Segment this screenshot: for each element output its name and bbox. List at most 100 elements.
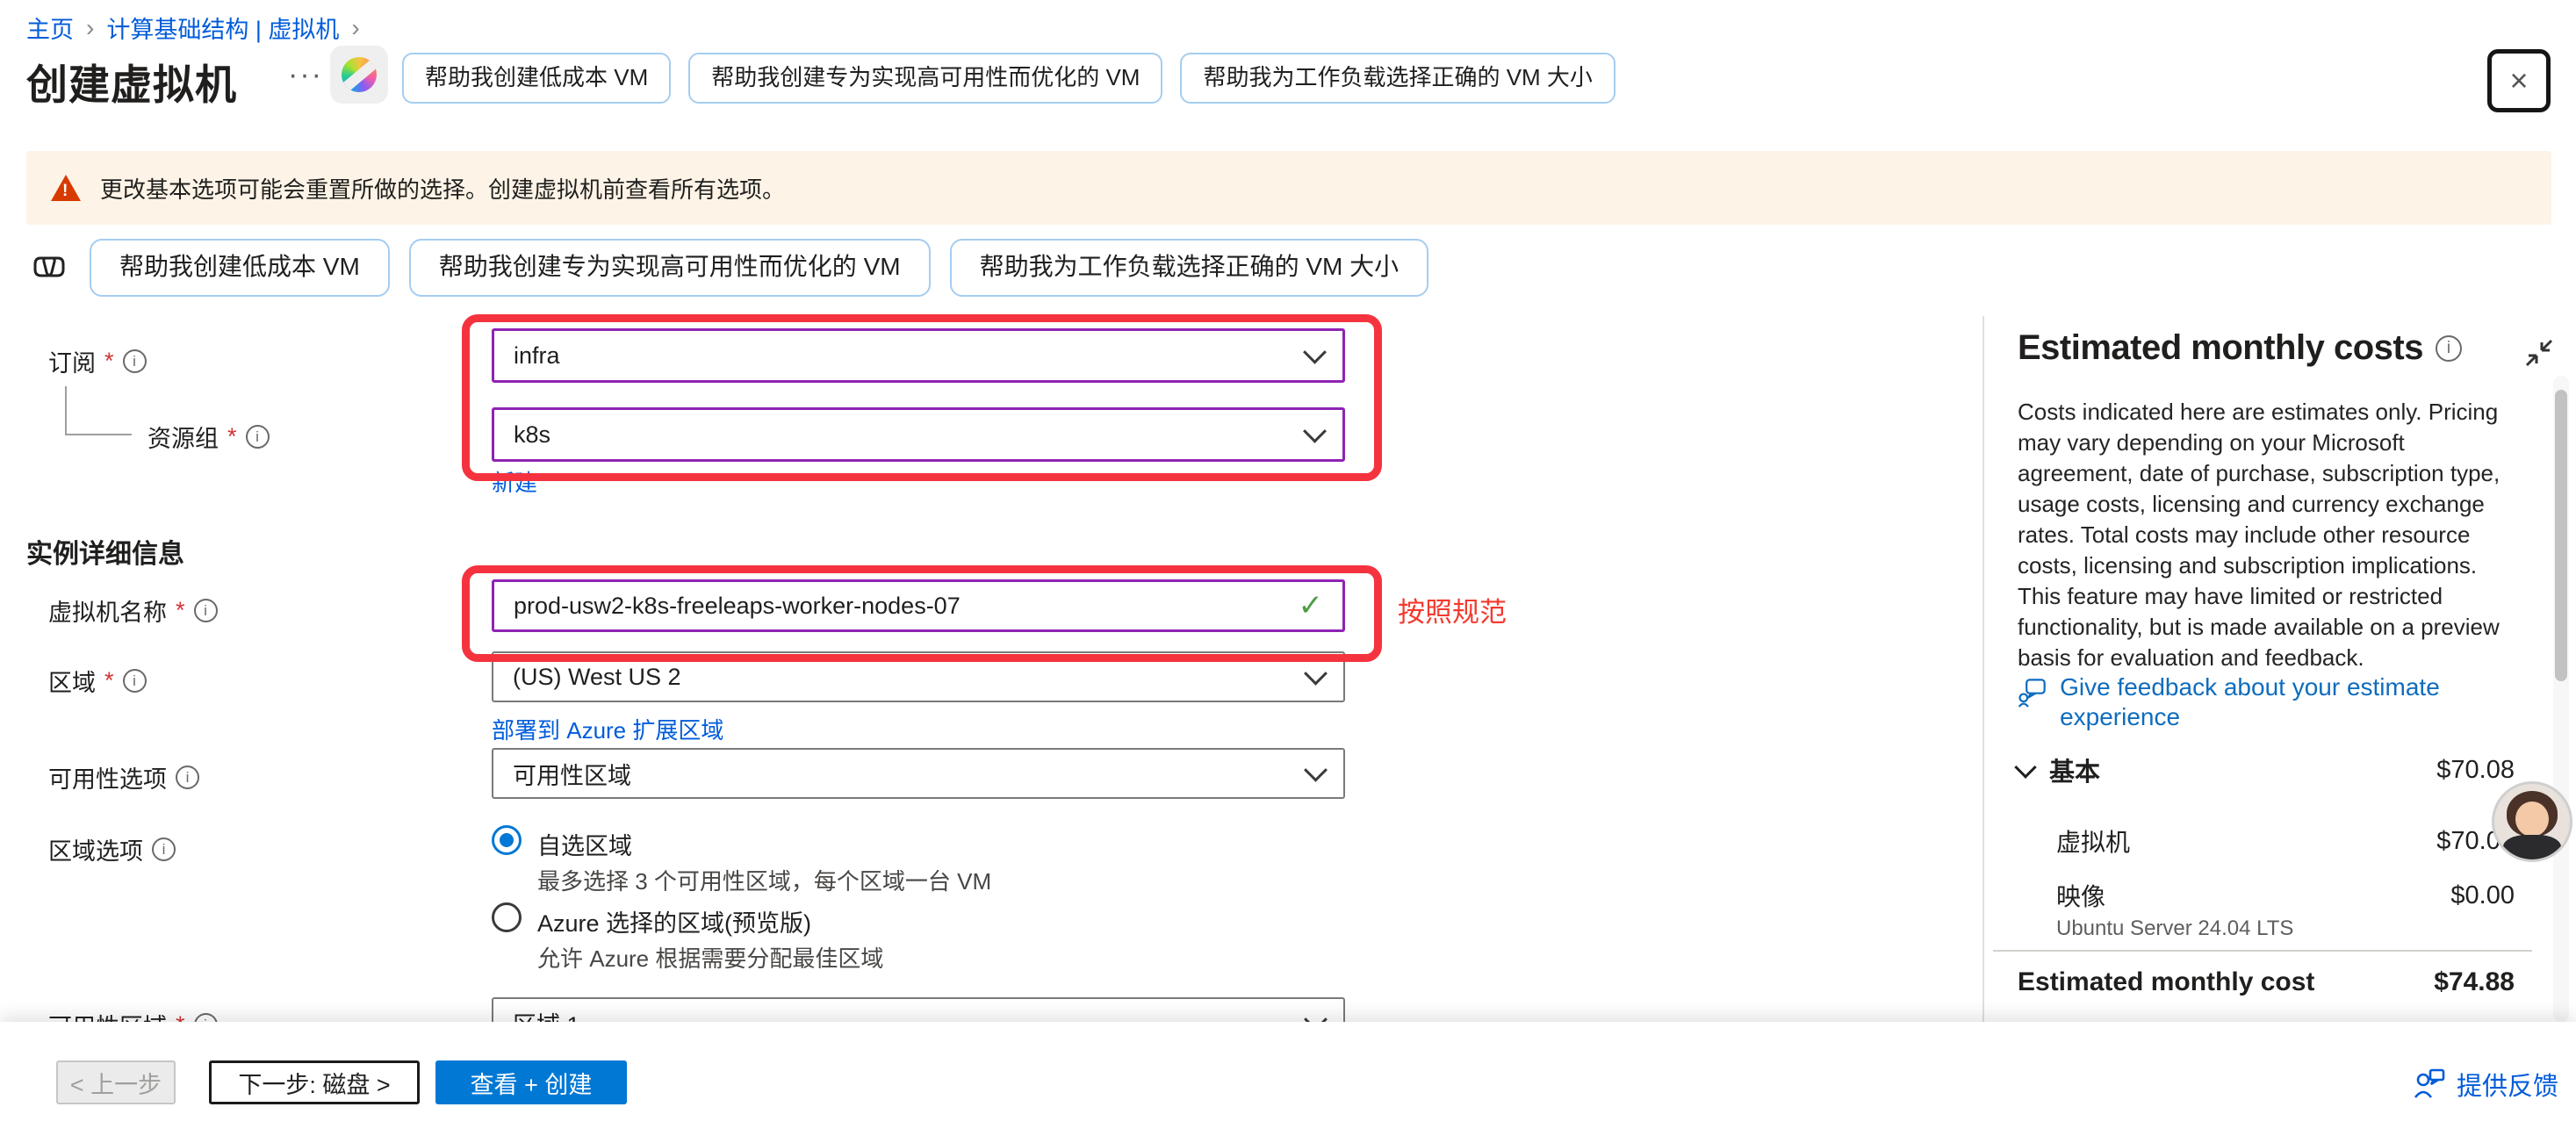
cost-item-row: 映像 $0.00 [2018, 878, 2515, 913]
tree-connector [65, 386, 67, 434]
cost-item-subtext: Ubuntu Server 24.04 LTS [2056, 917, 2293, 941]
radio-self-selected-zones[interactable] [492, 825, 522, 855]
subscription-label: 订阅 [48, 344, 147, 378]
chevron-down-icon [1303, 340, 1327, 363]
next-disks-button[interactable]: 下一步: 磁盘 > [209, 1060, 420, 1104]
scrollbar-track[interactable] [2553, 376, 2569, 1022]
chip-right-vm-size[interactable]: 帮助我为工作负载选择正确的 VM 大小 [950, 239, 1429, 297]
chip-low-cost-vm[interactable]: 帮助我创建低成本 VM [90, 239, 390, 297]
availability-options-label-text: 可用性选项 [48, 760, 167, 794]
subscription-dropdown[interactable]: infra [492, 328, 1345, 383]
more-options-button[interactable] [288, 58, 323, 92]
radio-self-selected-zones-desc: 最多选择 3 个可用性区域，每个区域一台 VM [537, 864, 991, 896]
vm-name-input[interactable]: prod-usw2-k8s-freeleaps-worker-nodes-07 … [492, 579, 1345, 632]
footer-bar: < 上一步 下一步: 磁盘 > 查看 + 创建 提供反馈 [0, 1022, 2576, 1143]
previous-button[interactable]: < 上一步 [56, 1060, 176, 1104]
chevron-down-icon [1303, 419, 1327, 442]
info-icon[interactable] [123, 349, 147, 373]
create-new-link[interactable]: 新建 [492, 465, 537, 498]
vm-name-label-text: 虚拟机名称 [48, 593, 167, 628]
info-icon[interactable] [123, 669, 147, 693]
warning-icon [51, 175, 81, 201]
tree-connector [65, 434, 132, 435]
chip-high-availability-vm[interactable]: 帮助我创建专为实现高可用性而优化的 VM [409, 239, 931, 297]
feedback-bubbles-icon [2018, 672, 2047, 711]
chevron-right-icon [86, 14, 94, 42]
chevron-down-icon[interactable] [2014, 756, 2036, 778]
region-value: (US) West US 2 [513, 664, 1307, 691]
breadcrumb-section[interactable]: 计算基础结构 | 虚拟机 [106, 11, 339, 45]
chevron-down-icon [1304, 661, 1328, 685]
warning-banner: 更改基本选项可能会重置所做的选择。创建虚拟机前查看所有选项。 [26, 151, 2551, 225]
region-label-text: 区域 [48, 664, 96, 698]
radio-azure-selected-zones[interactable] [492, 902, 522, 932]
subscription-value: infra [514, 342, 1306, 370]
feedback-person-icon [2413, 1068, 2446, 1101]
vm-name-value: prod-usw2-k8s-freeleaps-worker-nodes-07 [514, 593, 1299, 620]
azure-extended-zones-link[interactable]: 部署到 Azure 扩展区域 [492, 713, 723, 745]
breadcrumb-home[interactable]: 主页 [26, 11, 74, 45]
breadcrumb: 主页 计算基础结构 | 虚拟机 [26, 11, 360, 45]
vm-name-label: 虚拟机名称 [48, 593, 218, 628]
collapse-panel-icon[interactable] [2522, 335, 2557, 370]
instance-details-header: 实例详细信息 [26, 532, 184, 571]
close-button[interactable] [2487, 49, 2551, 112]
availability-options-dropdown[interactable]: 可用性区域 [492, 748, 1345, 799]
cost-group-name: 基本 [2049, 751, 2100, 788]
page-title: 创建虚拟机 [26, 51, 237, 111]
subscription-label-text: 订阅 [48, 344, 96, 378]
info-icon[interactable] [152, 837, 176, 861]
copilot-button[interactable] [330, 46, 388, 104]
cost-divider [1993, 950, 2532, 952]
scrollbar-thumb[interactable] [2555, 390, 2567, 681]
estimate-feedback-link[interactable]: Give feedback about your estimate experi… [2018, 672, 2492, 732]
cost-item-amount: $0.00 [2450, 881, 2515, 910]
resource-group-label: 资源组 [148, 420, 270, 454]
give-feedback-link[interactable]: 提供反馈 [2413, 1066, 2558, 1103]
create-vm-page: 主页 计算基础结构 | 虚拟机 创建虚拟机 帮助我创建低成本 VM 帮助我创建专… [0, 0, 2576, 1143]
required-asterisk [104, 348, 114, 375]
chevron-right-icon [351, 14, 359, 42]
avatar[interactable] [2492, 781, 2572, 862]
zone-options-label-text: 区域选项 [48, 832, 143, 866]
cost-item-name: 虚拟机 [2018, 823, 2130, 859]
cost-item-row: 虚拟机 $70.08 [2018, 823, 2515, 859]
info-icon[interactable] [2436, 335, 2462, 362]
annotation-text: 按照规范 [1398, 590, 1507, 629]
radio-azure-selected-zones-desc: 允许 Azure 根据需要分配最佳区域 [537, 941, 883, 974]
required-asterisk [227, 423, 237, 450]
review-create-button[interactable]: 查看 + 创建 [435, 1060, 627, 1104]
copilot-icon [342, 57, 377, 92]
info-icon[interactable] [176, 766, 199, 789]
chip-low-cost-vm[interactable]: 帮助我创建低成本 VM [402, 53, 671, 104]
chevron-down-icon [1304, 758, 1328, 781]
region-label: 区域 [48, 664, 147, 698]
required-asterisk [176, 597, 185, 624]
radio-azure-selected-zones-label[interactable]: Azure 选择的区域(预览版) [537, 904, 811, 938]
suggestion-chips-row: 帮助我创建低成本 VM 帮助我创建专为实现高可用性而优化的 VM 帮助我为工作负… [90, 239, 1428, 297]
header-suggestion-chips: 帮助我创建低成本 VM 帮助我创建专为实现高可用性而优化的 VM 帮助我为工作负… [402, 53, 1615, 104]
chip-right-vm-size[interactable]: 帮助我为工作负载选择正确的 VM 大小 [1180, 53, 1615, 104]
radio-self-selected-zones-label[interactable]: 自选区域 [537, 827, 632, 861]
resource-group-value: k8s [514, 421, 1306, 449]
estimate-feedback-text: Give feedback about your estimate experi… [2060, 672, 2492, 732]
give-feedback-text: 提供反馈 [2457, 1066, 2558, 1103]
valid-check-icon: ✓ [1299, 588, 1324, 623]
availability-options-value: 可用性区域 [513, 757, 1307, 791]
resource-group-label-text: 资源组 [148, 420, 219, 454]
cost-group-row: 基本 $70.08 [2018, 751, 2515, 788]
info-icon[interactable] [194, 599, 218, 622]
copilot-outline-icon [28, 246, 70, 288]
chip-high-availability-vm[interactable]: 帮助我创建专为实现高可用性而优化的 VM [688, 53, 1162, 104]
zone-options-label: 区域选项 [48, 832, 176, 866]
cost-panel-disclaimer: Costs indicated here are estimates only.… [2018, 397, 2518, 673]
cost-total-row: Estimated monthly cost $74.88 [2018, 967, 2515, 997]
cost-group-amount: $70.08 [2436, 756, 2515, 785]
cost-total-label: Estimated monthly cost [2018, 967, 2314, 997]
warning-text: 更改基本选项可能会重置所做的选择。创建虚拟机前查看所有选项。 [100, 172, 785, 205]
cost-item-name: 映像 [2018, 878, 2105, 913]
resource-group-dropdown[interactable]: k8s [492, 407, 1345, 462]
availability-options-label: 可用性选项 [48, 760, 199, 794]
region-dropdown[interactable]: (US) West US 2 [492, 651, 1345, 702]
info-icon[interactable] [246, 425, 270, 449]
